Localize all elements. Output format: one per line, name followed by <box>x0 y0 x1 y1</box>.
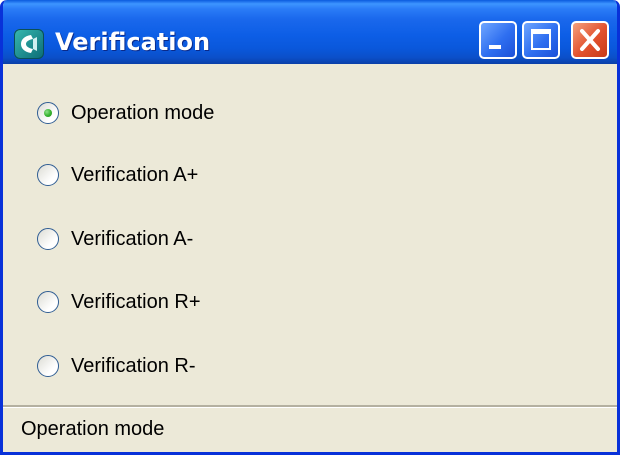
radio-option-verification-a-plus[interactable]: Verification A+ <box>37 160 198 190</box>
radio-option-label: Verification R- <box>71 354 196 377</box>
radio-option-label: Operation mode <box>71 101 215 124</box>
radio-option-verification-r-plus[interactable]: Verification R+ <box>37 287 201 317</box>
radio-option-label: Verification R+ <box>71 290 201 313</box>
maximize-button[interactable] <box>522 21 560 59</box>
radio-selected-dot <box>44 109 52 117</box>
radio-button[interactable] <box>37 228 59 250</box>
minimize-button[interactable] <box>479 21 517 59</box>
close-icon <box>580 29 600 51</box>
radio-button[interactable] <box>37 164 59 186</box>
radio-button[interactable] <box>37 291 59 313</box>
radio-option-label: Verification A+ <box>71 163 199 186</box>
radio-option-label: Verification A- <box>71 227 194 250</box>
close-button[interactable] <box>571 21 609 59</box>
verification-window: Verification Operation mode Verification… <box>0 0 620 455</box>
radio-option-verification-r-minus[interactable]: Verification R- <box>37 351 196 381</box>
radio-option-operation-mode[interactable]: Operation mode <box>37 98 214 128</box>
status-bar: Operation mode <box>3 405 617 452</box>
title-bar[interactable]: Verification <box>3 0 617 64</box>
radio-button[interactable] <box>37 355 59 377</box>
radio-option-verification-a-minus[interactable]: Verification A- <box>37 224 193 254</box>
minimize-icon <box>489 45 501 49</box>
window-title: Verification <box>55 28 211 56</box>
radio-button[interactable] <box>37 102 59 124</box>
app-logo-icon <box>14 29 44 59</box>
status-text: Operation mode <box>21 418 165 440</box>
maximize-icon <box>531 29 551 50</box>
